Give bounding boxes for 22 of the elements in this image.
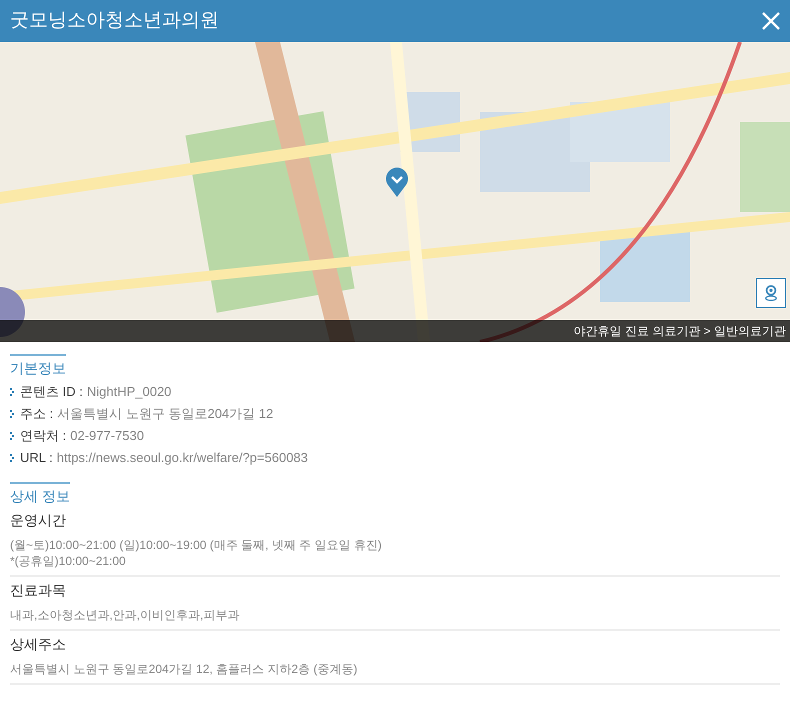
info-text: 연락처 : 02-977-7530 (20, 427, 144, 444)
detail-title: 운영시간 (10, 511, 67, 529)
location-button[interactable] (756, 278, 786, 308)
bullet-icon (10, 432, 14, 440)
info-text: 콘텐츠 ID : NightHP_0020 (20, 383, 172, 400)
breadcrumb: 야간휴일 진료 의료기관 > 일반의료기관 (574, 323, 786, 340)
bullet-icon (10, 454, 14, 462)
detail-text: (월~토)10:00~21:00 (일)10:00~19:00 (매주 둘째, 넷째 주 일요일 휴진) *(공휴일)10:00~21:00 (10, 537, 383, 569)
bullet-icon (10, 388, 14, 396)
window-title: 굿모닝소아청소년과의원 (10, 8, 219, 33)
detail-title: 진료과목 (10, 581, 67, 599)
section-heading: 상세 정보 (10, 487, 70, 506)
section-heading: 기본정보 (10, 359, 66, 378)
map-marker-icon[interactable] (385, 167, 409, 197)
detail-text: 내과,소아청소년과,안과,이비인후과,피부과 (10, 607, 240, 623)
bullet-icon (10, 410, 14, 418)
close-icon[interactable] (760, 10, 782, 32)
location-pin-icon (764, 284, 778, 302)
detail-text: 서울특별시 노원구 동일로204가길 12, 홈플러스 지하2층 (중계동) (10, 661, 358, 677)
detail-title: 상세주소 (10, 635, 67, 653)
info-text: URL : https://news.seoul.go.kr/welfare/?p=560083 (20, 449, 308, 466)
info-text: 주소 : 서울특별시 노원구 동일로204가길 12 (20, 405, 274, 422)
